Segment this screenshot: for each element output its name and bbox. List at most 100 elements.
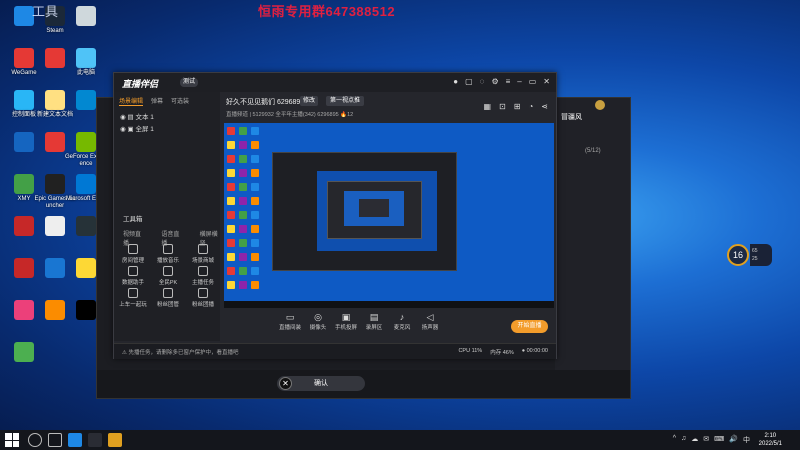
preview-desktop-icon [251,253,259,261]
app-icon [14,90,34,110]
maximize-icon[interactable]: ▭ [529,77,537,86]
app-icon [45,300,65,320]
bottom-tool-button[interactable]: ▣ 手机投屏 [332,312,360,342]
game-taskbar-icon[interactable] [108,433,122,447]
preview-desktop-icon [251,197,259,205]
layout-icon[interactable]: ▦ [483,102,491,111]
app-icon [76,258,96,278]
lock-icon[interactable]: ⊡ [499,102,506,111]
livecompanion-taskbar-icon[interactable] [88,433,102,447]
share-icon[interactable]: ⋖ [541,102,548,111]
toolbox-item[interactable]: 场景商城 [186,244,220,264]
stream-info: 直播频道 | 5129932 全平年主播(342) 6296895 🔥12 [226,112,354,118]
preview-taskbar [224,301,554,308]
scene-item[interactable]: ◉ ▣ 全屏 1 [114,122,220,134]
app-icon [76,6,96,26]
message-icon[interactable]: ▢ [465,77,473,86]
desktop-icon-label: 此电脑 [76,70,95,76]
settings-icon[interactable]: ⚙ [491,77,498,86]
preview-desktop-icon [227,239,235,247]
tray-icon[interactable]: 🔊 [729,435,738,445]
tool-icon: ▣ [341,312,351,322]
tool-icon: ◁ [426,312,434,322]
clock-time: 2:10 [764,433,777,439]
toolbox-item[interactable]: 上车一起玩 [116,288,150,308]
app-icon [14,6,34,26]
app-icon [45,216,65,236]
tab-danmaku[interactable]: 弹幕 [151,96,163,106]
timer-side-b: 25 [752,256,758,262]
preview-desktop-icon [239,267,247,275]
tool-label: 场景商城 [191,258,214,264]
toolbox-item[interactable]: 房间管理 [116,244,150,264]
desktop-icon[interactable] [2,342,46,380]
toolbox-item[interactable]: 数据助手 [116,266,150,286]
live-duration: ● 00:00:00 [521,348,548,354]
scene-item[interactable]: ◉ ▤ 文本 1 [114,110,220,122]
live-companion-window[interactable]: 直播伴侣 测试 ● ▢ ◌ ⚙ ≡ – ▭ ✕ 场景编辑 弹幕 可选装 ◉ ▤ … [113,72,557,359]
close-icon[interactable]: ✕ [543,77,550,86]
toolbox-item[interactable]: 主播任务 [186,266,220,286]
desktop-icon[interactable]: 此电脑 [64,48,108,86]
app-icon [76,48,96,68]
preview-desktop-icon [251,239,259,247]
app-icon [76,90,96,110]
tool-label: 主播任务 [191,280,214,286]
nested-preview-4 [359,199,389,217]
tray-icon[interactable]: ♫ [681,435,686,445]
task-view-icon[interactable] [48,433,62,447]
close-icon[interactable]: ✕ [279,377,292,390]
tool-icon [163,266,173,276]
tool-icon: ◎ [314,312,322,322]
app-icon [14,300,34,320]
tab-optional[interactable]: 可选装 [171,96,189,106]
preview-desktop-icon [239,183,247,191]
taskbar-clock[interactable]: 2:10 2022/5/1 [759,432,782,448]
bg-bottom-bar: 确认 ✕ [97,370,630,398]
tray-icon[interactable]: ✉ [703,435,709,445]
tool-label: 上车一起玩 [119,302,147,308]
tab-scene-edit[interactable]: 场景编辑 [119,96,144,106]
search-icon[interactable] [28,433,42,447]
bottom-tool-button[interactable]: ▤ 录屏区 [360,312,388,342]
toolbox-item[interactable]: 粉丝团管 [151,288,185,308]
status-message: ⚠ 先播任务，请删除多已窗户保护中，看直播吧 [122,350,239,356]
preview-desktop-icon [239,141,247,149]
bottom-tool-button[interactable]: ▭ 直播间装 [276,312,304,342]
tray-icon[interactable]: ☁ [691,435,698,445]
version-badge[interactable]: 测试 [180,78,199,87]
edit-title-button[interactable]: 修改 [300,96,319,106]
preview-desktop-icon [251,211,259,219]
category-selector[interactable]: 第一视点推 [326,96,365,106]
toolbox-item[interactable]: 全民PK [151,266,185,286]
bottom-tool-button[interactable]: ◁ 扬声器 [416,312,444,342]
app-icon [14,132,34,152]
preview-desktop-icon [251,169,259,177]
timer-side-panel: 65 25 [750,244,772,266]
crop-icon[interactable]: ⊞ [514,102,521,111]
menu-icon[interactable]: ≡ [506,77,511,86]
tray-icon[interactable]: 中 [743,435,750,445]
bell-icon[interactable]: ◔ [528,102,533,111]
toolbox-item[interactable]: 播放音乐 [151,244,185,264]
minimize-icon[interactable]: – [517,77,521,86]
tray-icon[interactable]: ⌨ [714,435,724,445]
edge-taskbar-icon[interactable] [68,433,82,447]
desktop-icon[interactable] [64,6,108,44]
preview-desktop-icon [251,127,259,135]
toolbox-item[interactable]: 粉丝团播 [186,288,220,308]
tool-label: 粉丝团播 [191,302,214,308]
tool-label: 播放音乐 [156,258,179,264]
windows-start-icon[interactable] [5,433,19,447]
notification-icon[interactable]: ◌ [480,77,485,86]
tray-icon[interactable]: ^ [673,435,676,445]
bottom-tool-button[interactable]: ♪ 麦克风 [388,312,416,342]
app-icon [45,174,65,194]
timer-badge[interactable]: 16 [727,244,749,266]
live-preview[interactable] [224,123,554,308]
start-live-button[interactable]: 开始直播 [511,320,548,333]
watermark-text: 恒雨专用群647388512 [258,4,396,19]
bottom-tool-button[interactable]: ◎ 摄像头 [304,312,332,342]
app-logo: 直播伴侣 [122,79,159,89]
avatar-icon[interactable]: ● [453,77,458,86]
